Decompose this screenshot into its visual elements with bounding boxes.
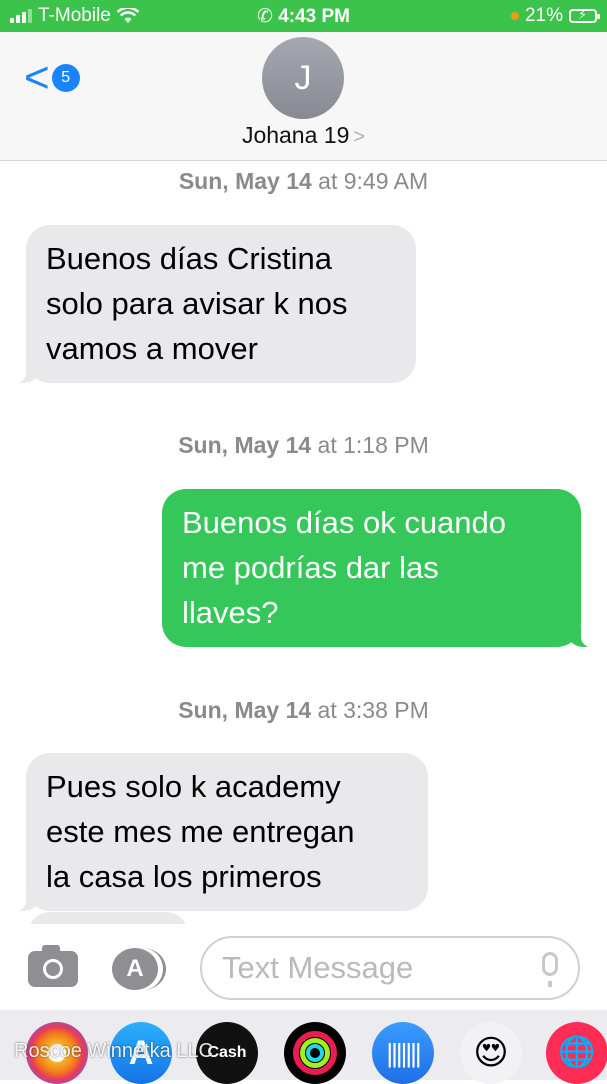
battery-charging-icon: ⚡ [569, 7, 600, 23]
timestamp-day: Sun, May 14 [178, 432, 312, 458]
camera-lens [43, 959, 63, 979]
message-line: Buenos días Cristina [46, 241, 333, 276]
back-button[interactable]: < 5 [24, 53, 80, 102]
message-line: solo para avisar k nos [46, 286, 348, 321]
unread-count-badge: 5 [51, 64, 80, 92]
timestamp-day: Sun, May 14 [178, 697, 312, 723]
timestamp-time: at 9:49 AM [318, 168, 429, 194]
status-time: 4:43 PM [278, 6, 350, 27]
timestamp-time: at 3:38 PM [317, 697, 429, 723]
orange-dot-icon [510, 12, 519, 20]
web-search-app-icon[interactable]: 🌐 [546, 1022, 607, 1084]
activity-app-icon[interactable] [284, 1022, 346, 1084]
incoming-message-bubble[interactable]: Buenos días Cristina solo para avisar k … [12, 225, 416, 383]
message-line: la casa los primeros [46, 859, 322, 894]
app-store-icon[interactable]: A [112, 948, 166, 990]
timestamp-time: at 1:18 PM [317, 432, 429, 458]
timestamp: Sun, May 14 at 1:18 PM [0, 432, 607, 459]
message-input-bar: A Text Message [0, 924, 607, 1012]
contact-name-button[interactable]: Johana 19 > [0, 122, 607, 149]
timestamp-day: Sun, May 14 [178, 168, 312, 194]
apps-button-glyph: A [112, 948, 158, 990]
outgoing-message-bubble[interactable]: Buenos días ok cuando me podrías dar las… [162, 489, 595, 647]
phone-call-icon: ✆ [256, 6, 273, 27]
conversation-header: < 5 J Johana 19 > [0, 32, 607, 161]
message-line: me podrías dar las [182, 550, 439, 585]
cash-app-label: Cash [207, 1044, 247, 1061]
status-right: 21% ⚡ [510, 5, 600, 27]
message-line: este mes me entregan [46, 814, 355, 849]
contact-avatar[interactable]: J [262, 37, 344, 119]
camera-icon[interactable] [28, 945, 78, 987]
microphone-icon[interactable] [542, 952, 558, 987]
text-message-placeholder: Text Message [222, 950, 414, 985]
chevron-right-icon: > [353, 126, 366, 148]
timestamp: Sun, May 14 at 9:49 AM [0, 168, 607, 195]
status-bar: T-Mobile ✆ 4:43 PM 21% ⚡ [0, 0, 607, 32]
message-line: Buenos días ok cuando [182, 505, 507, 540]
memoji-app-icon[interactable]: 😍 [460, 1022, 522, 1084]
battery-percent: 21% [524, 5, 563, 26]
chevron-left-icon: < [24, 53, 50, 102]
text-message-input[interactable]: Text Message [200, 936, 580, 1000]
watermark: Roscoe Winnetka LLC [14, 1040, 213, 1062]
incoming-message-bubble[interactable]: Pues solo k academy este mes me entregan… [12, 753, 428, 911]
message-line: llaves? [182, 595, 279, 630]
message-line: vamos a mover [46, 331, 258, 366]
timestamp: Sun, May 14 at 3:38 PM [0, 697, 607, 724]
message-line: Pues solo k academy [46, 769, 341, 804]
audio-message-app-icon[interactable]: ||||||| [372, 1022, 434, 1084]
contact-name: Johana 19 [241, 122, 350, 148]
activity-ring [306, 1044, 324, 1062]
